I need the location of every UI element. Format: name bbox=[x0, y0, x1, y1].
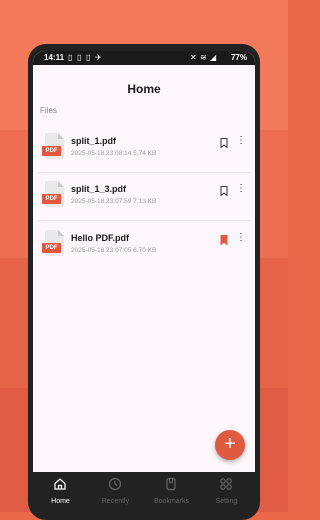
nav-item-recently[interactable]: Recently bbox=[88, 472, 143, 512]
list-item[interactable]: PDF Hello PDF.pdf 2025-05-18 23:07:05 6.… bbox=[33, 222, 255, 270]
divider bbox=[37, 220, 251, 221]
page-title: Home bbox=[127, 82, 161, 96]
signal-icon: ◢ bbox=[210, 53, 217, 62]
home-icon bbox=[54, 478, 66, 490]
notification-icon: ▯ bbox=[68, 53, 73, 62]
nav-label: Home bbox=[51, 498, 70, 505]
wifi-icon: ≋ bbox=[200, 53, 207, 62]
add-file-button[interactable]: + bbox=[215, 430, 245, 460]
bookmark-icon bbox=[166, 477, 176, 491]
file-meta: 2025-05-18 23:07:59 7.13 KB bbox=[71, 198, 157, 205]
bookmark-filled-icon[interactable] bbox=[220, 235, 228, 245]
bookmark-icon[interactable] bbox=[220, 138, 228, 148]
list-item[interactable]: PDF split_1_3.pdf 2025-05-18 23:07:59 7.… bbox=[33, 173, 255, 221]
app-screen: 14:11 ▯ ▯ ▯ ✈ ✕ ≋ ◢ 77% Home Files PDF s… bbox=[33, 51, 255, 512]
notification-icon: ✈ bbox=[95, 53, 102, 62]
grid-icon bbox=[220, 478, 232, 490]
more-options-icon[interactable]: ⋮ bbox=[236, 136, 246, 146]
more-options-icon[interactable]: ⋮ bbox=[236, 233, 246, 243]
bookmark-icon[interactable] bbox=[220, 186, 228, 196]
file-meta: 2025-05-18 23:08:14 5.74 KB bbox=[71, 150, 157, 157]
nav-item-setting[interactable]: Setting bbox=[199, 472, 254, 512]
nav-label: Setting bbox=[215, 498, 238, 505]
nav-label: Recently bbox=[101, 498, 130, 505]
pdf-file-icon: PDF bbox=[42, 230, 64, 257]
more-options-icon[interactable]: ⋮ bbox=[236, 184, 246, 194]
pdf-file-icon: PDF bbox=[42, 181, 64, 208]
file-meta: 2025-05-18 23:07:05 6.70 KB bbox=[71, 247, 157, 254]
nav-label: Bookmarks bbox=[153, 498, 189, 505]
bottom-nav: Home Recently Bookmarks Setting bbox=[33, 472, 255, 512]
status-bar: 14:11 ▯ ▯ ▯ ✈ ✕ ≋ ◢ 77% bbox=[33, 51, 255, 65]
notification-icon: ▯ bbox=[77, 53, 82, 62]
notification-icon: ▯ bbox=[86, 53, 91, 62]
nav-item-home[interactable]: Home bbox=[33, 472, 88, 512]
battery-level: 77% bbox=[230, 53, 247, 62]
status-time: 14:11 bbox=[44, 53, 65, 62]
section-label: Files bbox=[40, 106, 57, 115]
clock-icon bbox=[108, 477, 122, 491]
nav-item-bookmarks[interactable]: Bookmarks bbox=[144, 472, 199, 512]
list-item[interactable]: PDF split_1.pdf 2025-05-18 23:08:14 5.74… bbox=[33, 125, 255, 173]
file-name: split_1_3.pdf bbox=[71, 184, 127, 194]
mute-icon: ✕ bbox=[190, 53, 197, 62]
file-name: split_1.pdf bbox=[71, 136, 117, 146]
file-name: Hello PDF.pdf bbox=[71, 233, 129, 243]
pdf-file-icon: PDF bbox=[42, 133, 64, 160]
